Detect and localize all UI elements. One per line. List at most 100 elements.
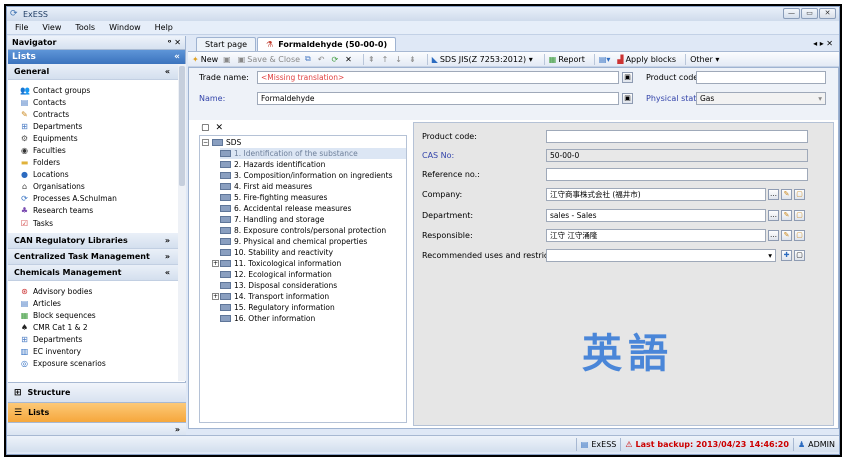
chevron-up-icon[interactable]: « [165,268,170,277]
delete-button[interactable]: ✕ [345,55,354,64]
physical-state-select[interactable]: Gas ▾ [696,92,826,105]
list-item[interactable]: ◉ Faculties [8,144,178,156]
browse-icon[interactable]: … [768,230,779,241]
tree-node-7[interactable]: 7. Handling and storage [220,214,324,225]
group-chemicals[interactable]: Chemicals Management « [8,265,178,282]
list-item[interactable]: ⊛ Advisory bodies [8,285,178,297]
list-item[interactable]: ▤ Articles [8,297,178,309]
edit-icon[interactable]: ✎ [781,210,792,221]
translate-icon[interactable]: ▣ [622,72,633,83]
tree-root[interactable]: SDS [212,137,241,148]
tree-node-2[interactable]: 2. Hazards identification [220,159,325,170]
save-close-button[interactable]: ▣ Save & Close [238,55,300,64]
more-buttons[interactable]: » [8,422,186,436]
tree-node-12[interactable]: 12. Ecological information [220,269,332,280]
tree-node-14[interactable]: 14. Transport information [220,291,329,302]
menu-help[interactable]: Help [155,23,173,32]
tree-node-5[interactable]: 5. Fire-fighting measures [220,192,327,203]
responsible-field[interactable]: 江守 江守涌隆 [546,229,766,242]
list-item[interactable]: ⊞ Departments [8,120,178,132]
maximize-button[interactable]: ▭ [801,8,818,19]
list-item[interactable]: ♣ Research teams [8,205,178,217]
edit-icon[interactable]: ✎ [781,230,792,241]
tree-node-16[interactable]: 16. Other information [220,313,315,324]
refresh-button[interactable]: ⟳ [331,55,340,64]
close-button[interactable]: ✕ [819,8,836,19]
navigator-pin-close[interactable]: ᵒ ✕ [168,38,181,47]
copy-button[interactable]: ⧉ [305,54,313,64]
cas-field[interactable]: 50-00-0 [546,149,808,162]
list-item[interactable]: ◎ Exposure scenarios [8,358,178,370]
open-icon[interactable]: ▢ [794,189,805,200]
tree-node-6[interactable]: 6. Accidental release measures [220,203,351,214]
name-field[interactable]: Formaldehyde [257,92,619,105]
list-item[interactable]: ⊞ Departments [8,334,178,346]
report-button[interactable]: ▦ Report [549,55,585,64]
trade-name-field[interactable]: <Missing translation> [257,71,619,84]
tree-node-9[interactable]: 9. Physical and chemical properties [220,236,367,247]
list-item[interactable]: ⚙ Equipments [8,132,178,144]
menu-tools[interactable]: Tools [75,23,95,32]
menu-view[interactable]: View [42,23,61,32]
detail-product-code-field[interactable] [546,130,808,143]
group-general[interactable]: General « [8,64,178,80]
tree-node-11[interactable]: 11. Toxicological information [220,258,341,269]
open-icon[interactable]: ▢ [794,210,805,221]
list-item[interactable]: ☑ Tasks [8,217,178,229]
nav-first-button[interactable]: ⇞ [368,55,377,64]
sds-dropdown[interactable]: ◣ SDS JIS(Z 7253:2012) ▾ [432,55,535,64]
tree-node-1[interactable]: 1. Identification of the substance [220,148,406,159]
save-button[interactable]: ▣ [223,55,233,64]
list-item[interactable]: ▦ Block sequences [8,309,178,321]
other-dropdown[interactable]: Other ▾ [690,55,721,64]
open-icon[interactable]: ▢ [794,230,805,241]
group-centralized-task[interactable]: Centralized Task Management » [8,249,178,266]
list-item[interactable]: ▥ EC inventory [8,346,178,358]
list-item[interactable]: ♠ CMR Cat 1 & 2 [8,321,178,333]
collapse-icon[interactable]: − [202,139,209,146]
list-item[interactable]: 👥 Contact groups [8,84,178,96]
minimize-button[interactable]: — [783,8,800,19]
tab-start-page[interactable]: Start page [196,37,257,51]
tree-node-15[interactable]: 15. Regulatory information [220,302,335,313]
company-field[interactable]: 江守商事株式会社 (福井市) [546,188,766,201]
list-item[interactable]: ▤ Contacts [8,96,178,108]
tree-node-3[interactable]: 3. Composition/information on ingredient… [220,170,393,181]
nav-prev-button[interactable]: ↑ [382,55,391,64]
clear-icon[interactable]: ▢ [794,250,805,261]
tree-node-13[interactable]: 13. Disposal considerations [220,280,337,291]
reference-field[interactable] [546,168,808,181]
document-dropdown[interactable]: ▤▾ [599,55,613,64]
recommended-uses-select[interactable]: ▾ [546,249,776,262]
nav-last-button[interactable]: ⇟ [409,55,418,64]
tree-node-10[interactable]: 10. Stability and reactivity [220,247,333,258]
list-item[interactable]: ⟳ Processes A.Schulman [8,193,178,205]
navigator-scrollbar[interactable] [178,64,186,381]
list-item[interactable]: ● Locations [8,169,178,181]
lists-header[interactable]: Lists « [8,50,185,64]
department-field[interactable]: sales - Sales [546,209,766,222]
nav-next-button[interactable]: ↓ [395,55,404,64]
tab-controls[interactable]: ◂ ▸ ✕ [813,39,833,48]
chevron-up-icon[interactable]: « [165,67,170,76]
apply-blocks-button[interactable]: ▟ Apply blocks [617,55,676,64]
tree-node-4[interactable]: 4. First aid measures [220,181,312,192]
delete-node-icon[interactable]: ✕ [216,123,224,133]
product-code-field[interactable] [696,71,826,84]
tree-node-8[interactable]: 8. Exposure controls/personal protection [220,225,386,236]
menu-window[interactable]: Window [109,23,141,32]
expand-icon[interactable]: + [212,293,219,300]
list-item[interactable]: ✎ Contracts [8,108,178,120]
browse-icon[interactable]: … [768,189,779,200]
new-button[interactable]: ✦ New [192,55,218,64]
tab-formaldehyde[interactable]: ⚗ Formaldehyde (50-00-0) [257,37,397,51]
translate-icon[interactable]: ▣ [622,93,633,104]
list-item[interactable]: ▬ Folders [8,157,178,169]
list-item[interactable]: ⌂ Organisations [8,181,178,193]
chevron-down-icon[interactable]: » [165,236,170,245]
chevron-down-icon[interactable]: » [165,252,170,261]
undo-button[interactable]: ↶ [318,55,327,64]
edit-icon[interactable]: ✎ [781,189,792,200]
menu-file[interactable]: File [15,23,28,32]
structure-button[interactable]: ⊞ Structure [8,382,186,402]
